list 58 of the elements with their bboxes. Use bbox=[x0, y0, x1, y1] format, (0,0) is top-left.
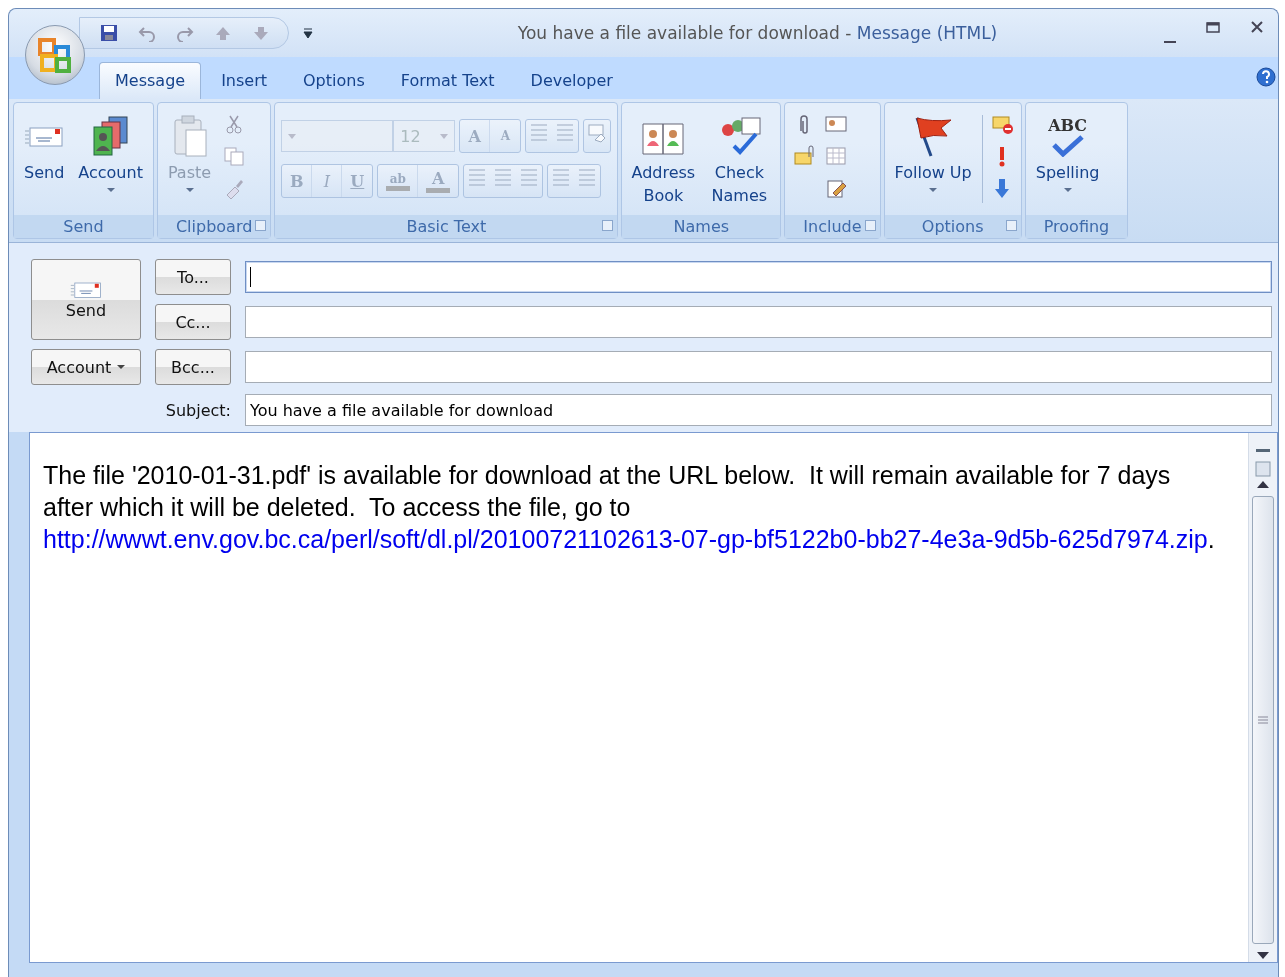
ribbon-button[interactable]: Send bbox=[20, 109, 69, 186]
ribbon-tab[interactable]: Insert bbox=[205, 62, 283, 99]
grip-icon bbox=[1258, 716, 1268, 724]
group-label: Include bbox=[803, 217, 862, 236]
minimize-icon bbox=[1164, 41, 1176, 43]
ruler-toggle-icon bbox=[1254, 460, 1272, 478]
ribbon-tab[interactable]: Format Text bbox=[384, 62, 511, 99]
download-link[interactable]: http://wwwt.env.gov.bc.ca/perl/soft/dl.pl/20100721102613-07-gp-bf5122b0-bb27-4e3a-9d5b-625d7974.zip bbox=[43, 525, 1208, 553]
dropdown-caret-icon bbox=[440, 133, 449, 139]
dialog-launcher-button[interactable] bbox=[864, 220, 876, 231]
envelope-clip-icon bbox=[793, 145, 816, 167]
dropdown-caret-icon bbox=[303, 27, 313, 39]
group-label: Proofing bbox=[1043, 217, 1110, 236]
address-button[interactable]: Cc... bbox=[155, 304, 231, 340]
ribbon-button[interactable]: Account bbox=[74, 109, 147, 198]
dialog-launcher-button[interactable] bbox=[255, 220, 267, 231]
ribbon-tab[interactable]: Message bbox=[99, 62, 202, 99]
dialog-launcher-button[interactable] bbox=[602, 220, 614, 231]
redo-icon bbox=[176, 24, 194, 42]
help-icon bbox=[1256, 67, 1276, 87]
check-mark-icon bbox=[1050, 134, 1085, 157]
copy-icon bbox=[223, 145, 246, 167]
ribbon-button[interactable]: Address Book bbox=[628, 109, 699, 209]
ribbon-tab[interactable]: Developer bbox=[514, 62, 629, 99]
account-button[interactable]: Account bbox=[31, 349, 141, 385]
group-label: Names bbox=[673, 217, 730, 236]
address-button[interactable]: Bcc... bbox=[155, 349, 231, 385]
group-label: Basic Text bbox=[406, 217, 487, 236]
undo-icon bbox=[138, 24, 156, 42]
group-label: Send bbox=[63, 217, 104, 236]
vertical-scrollbar[interactable] bbox=[1248, 433, 1277, 962]
ribbon-button[interactable]: Check Names bbox=[704, 109, 775, 209]
calendar-icon bbox=[825, 145, 848, 167]
close-icon bbox=[1250, 20, 1264, 34]
split-bar-icon bbox=[1256, 449, 1270, 452]
clipboard-icon bbox=[171, 114, 208, 158]
contact-card-icon bbox=[824, 113, 849, 135]
send-button[interactable]: Send bbox=[31, 259, 141, 340]
subject-label: Subject: bbox=[165, 400, 231, 420]
down-arrow-icon bbox=[252, 24, 270, 42]
dropdown-caret-icon bbox=[288, 133, 297, 139]
message-body-text: The file '2010-01-31.pdf' is available for download at the URL below. It will remain available for 7 days after which it will be deleted. To access the file, go to http://wwwt.env.gov.bc.ca/perl/soft/dl.pl/20100721102613-07-gp-bf5122b0-bb27-4e3a-9d5b-625d7974.zip. bbox=[42, 460, 1216, 555]
window-title: You have a file available for download - Message (HTML) bbox=[516, 23, 999, 43]
ribbon-button[interactable]: ABC Spelling bbox=[1031, 109, 1104, 198]
address-field[interactable] bbox=[245, 351, 1272, 383]
address-field[interactable] bbox=[245, 306, 1272, 338]
group-label: Clipboard bbox=[175, 217, 253, 236]
envelope-block-icon bbox=[990, 113, 1013, 135]
group-label: Options bbox=[921, 217, 984, 236]
address-button[interactable]: To... bbox=[155, 259, 231, 295]
maximize-icon bbox=[1206, 20, 1220, 34]
ribbon-tab[interactable]: Options bbox=[287, 62, 381, 99]
address-field[interactable] bbox=[245, 261, 1272, 293]
dialog-launcher-button[interactable] bbox=[1005, 220, 1017, 231]
ribbon-button[interactable]: Follow Up bbox=[890, 109, 976, 198]
office-logo-icon bbox=[37, 37, 73, 73]
subject-field[interactable]: You have a file available for download bbox=[245, 394, 1272, 426]
pen-paper-icon bbox=[825, 177, 848, 199]
